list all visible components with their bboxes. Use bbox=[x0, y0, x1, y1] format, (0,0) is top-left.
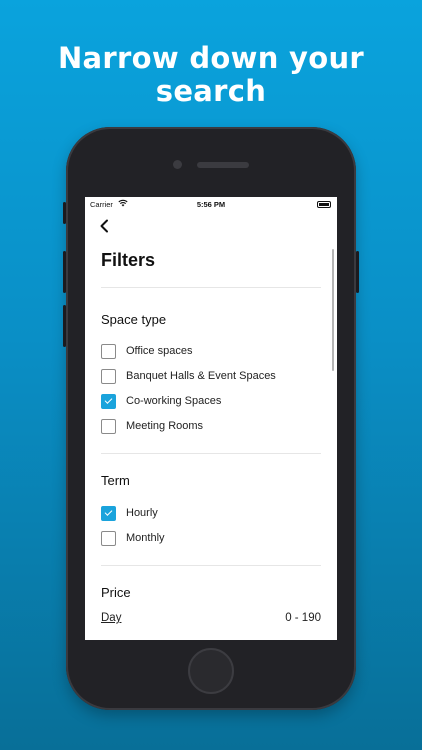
section-title-price: Price bbox=[101, 585, 131, 600]
option-label: Meeting Rooms bbox=[126, 420, 204, 432]
speaker bbox=[197, 162, 249, 168]
check-icon bbox=[104, 508, 113, 516]
checkbox-checked[interactable] bbox=[101, 393, 116, 409]
check-icon bbox=[104, 396, 113, 404]
option-coworking-spaces[interactable]: Co-working Spaces bbox=[101, 393, 221, 409]
option-office-spaces[interactable]: Office spaces bbox=[101, 343, 192, 359]
silent-switch bbox=[63, 202, 66, 224]
camera bbox=[173, 160, 182, 169]
option-banquet-halls[interactable]: Banquet Halls & Event Spaces bbox=[101, 368, 276, 384]
price-row: Day 0 - 190 bbox=[101, 612, 321, 624]
option-label: Banquet Halls & Event Spaces bbox=[126, 370, 276, 382]
status-bar: Carrier 5:56 PM bbox=[85, 197, 337, 211]
page-title: Filters bbox=[101, 250, 156, 270]
checkbox[interactable] bbox=[101, 530, 116, 546]
checkbox[interactable] bbox=[101, 368, 116, 384]
option-label: Hourly bbox=[126, 507, 158, 519]
volume-up-button bbox=[63, 251, 66, 293]
option-label: Office spaces bbox=[126, 345, 193, 357]
option-hourly[interactable]: Hourly bbox=[101, 505, 158, 521]
home-button[interactable] bbox=[188, 648, 234, 694]
app-screen: Carrier 5:56 PM Filters Space type Offic… bbox=[85, 197, 337, 640]
section-title-term: Term bbox=[101, 473, 130, 488]
divider bbox=[101, 453, 321, 454]
volume-down-button bbox=[63, 305, 66, 347]
option-label: Co-working Spaces bbox=[126, 395, 222, 407]
section-title-space-type: Space type bbox=[101, 312, 167, 327]
back-button[interactable] bbox=[99, 219, 109, 236]
divider bbox=[101, 565, 321, 566]
headline: Narrow down your search bbox=[57, 41, 365, 108]
option-monthly[interactable]: Monthly bbox=[101, 530, 165, 546]
phone-frame: Carrier 5:56 PM Filters Space type Offic… bbox=[63, 127, 359, 710]
battery-icon bbox=[317, 201, 331, 208]
scrollbar[interactable] bbox=[332, 249, 334, 371]
status-time: 5:56 PM bbox=[196, 200, 226, 209]
price-period-link[interactable]: Day bbox=[101, 612, 121, 624]
checkbox[interactable] bbox=[101, 343, 116, 359]
checkbox-checked[interactable] bbox=[101, 505, 116, 521]
power-button bbox=[356, 251, 359, 293]
option-label: Monthly bbox=[126, 532, 165, 544]
divider bbox=[101, 287, 321, 288]
option-meeting-rooms[interactable]: Meeting Rooms bbox=[101, 418, 203, 434]
chevron-left-icon bbox=[100, 219, 108, 233]
checkbox[interactable] bbox=[101, 418, 116, 434]
price-range-value: 0 - 190 bbox=[285, 612, 321, 624]
